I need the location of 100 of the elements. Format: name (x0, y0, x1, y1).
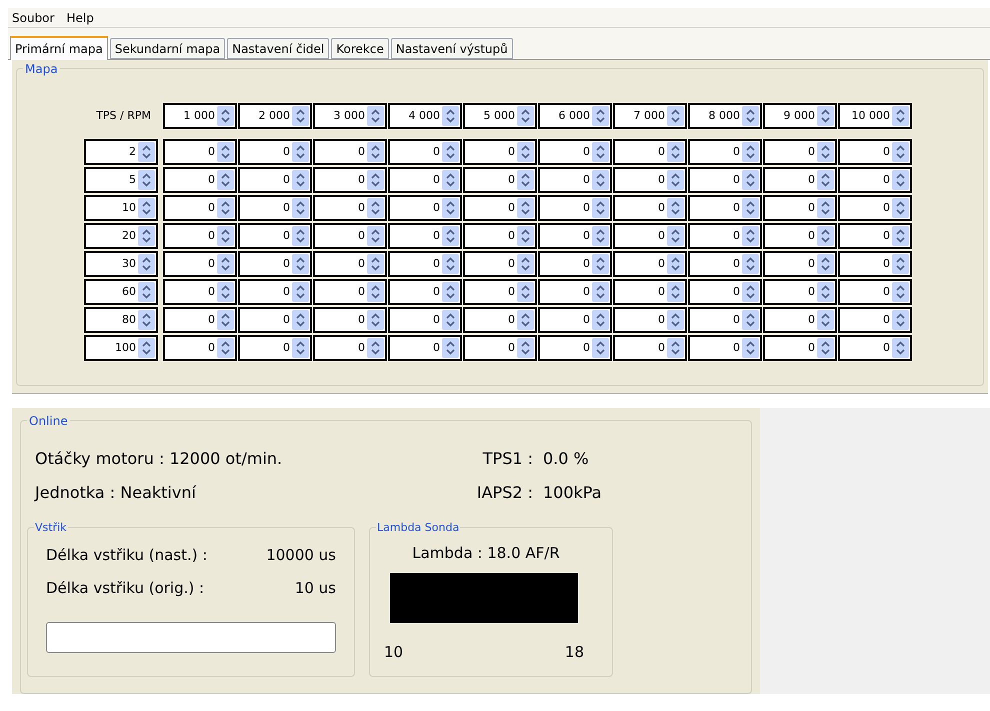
spin-arrows-icon[interactable] (138, 338, 155, 358)
spinner[interactable]: 0 (763, 279, 837, 305)
spin-arrows-icon[interactable] (517, 170, 534, 190)
spin-arrows-icon[interactable] (817, 282, 834, 302)
spin-arrows-icon[interactable] (742, 254, 759, 274)
spinner[interactable]: 0 (163, 279, 237, 305)
spin-arrows-icon[interactable] (517, 142, 534, 162)
spinner[interactable]: 10 000 (838, 103, 912, 129)
spinner[interactable]: 0 (613, 139, 687, 165)
spin-arrows-icon[interactable] (592, 282, 609, 302)
spinner[interactable]: 0 (763, 139, 837, 165)
spin-arrows-icon[interactable] (442, 310, 459, 330)
spinner[interactable]: 0 (613, 251, 687, 277)
spin-arrows-icon[interactable] (592, 106, 609, 126)
spinner[interactable]: 5 (84, 167, 158, 193)
spin-arrows-icon[interactable] (592, 226, 609, 246)
spin-arrows-icon[interactable] (892, 310, 909, 330)
spin-arrows-icon[interactable] (667, 282, 684, 302)
spinner[interactable]: 0 (688, 167, 762, 193)
spin-arrows-icon[interactable] (442, 142, 459, 162)
spin-arrows-icon[interactable] (442, 198, 459, 218)
spinner[interactable]: 0 (238, 139, 312, 165)
spin-arrows-icon[interactable] (217, 282, 234, 302)
spinner[interactable]: 0 (238, 251, 312, 277)
spinner[interactable]: 0 (538, 251, 612, 277)
menu-item[interactable]: Soubor (8, 8, 58, 26)
spin-arrows-icon[interactable] (892, 106, 909, 126)
spinner[interactable]: 0 (763, 307, 837, 333)
spinner[interactable]: 0 (688, 251, 762, 277)
spinner[interactable]: 0 (238, 307, 312, 333)
menu-item[interactable]: Help (62, 8, 98, 26)
spinner[interactable]: 0 (163, 167, 237, 193)
spin-arrows-icon[interactable] (517, 226, 534, 246)
spinner[interactable]: 0 (688, 195, 762, 221)
spin-arrows-icon[interactable] (138, 254, 155, 274)
spin-arrows-icon[interactable] (817, 338, 834, 358)
spinner[interactable]: 0 (313, 167, 387, 193)
spinner[interactable]: 0 (688, 307, 762, 333)
spin-arrows-icon[interactable] (517, 254, 534, 274)
spinner[interactable]: 3 000 (313, 103, 387, 129)
spinner[interactable]: 0 (613, 279, 687, 305)
spin-arrows-icon[interactable] (217, 338, 234, 358)
spinner[interactable]: 0 (388, 223, 462, 249)
spin-arrows-icon[interactable] (892, 142, 909, 162)
tab[interactable]: Nastavení výstupů (390, 38, 513, 59)
spin-arrows-icon[interactable] (217, 198, 234, 218)
spinner[interactable]: 0 (238, 279, 312, 305)
spin-arrows-icon[interactable] (667, 170, 684, 190)
spinner[interactable]: 0 (388, 251, 462, 277)
spin-arrows-icon[interactable] (517, 310, 534, 330)
spin-arrows-icon[interactable] (742, 198, 759, 218)
spinner[interactable]: 0 (238, 167, 312, 193)
spin-arrows-icon[interactable] (667, 198, 684, 218)
spinner[interactable]: 0 (613, 307, 687, 333)
spin-arrows-icon[interactable] (217, 310, 234, 330)
spin-arrows-icon[interactable] (592, 170, 609, 190)
spinner[interactable]: 8 000 (688, 103, 762, 129)
spinner[interactable]: 0 (613, 335, 687, 361)
spinner[interactable]: 4 000 (388, 103, 462, 129)
spin-arrows-icon[interactable] (592, 142, 609, 162)
spin-arrows-icon[interactable] (517, 338, 534, 358)
spin-arrows-icon[interactable] (138, 198, 155, 218)
spin-arrows-icon[interactable] (138, 226, 155, 246)
spinner[interactable]: 2 (84, 139, 158, 165)
spin-arrows-icon[interactable] (442, 254, 459, 274)
spinner[interactable]: 2 000 (238, 103, 312, 129)
spinner[interactable]: 0 (388, 279, 462, 305)
spin-arrows-icon[interactable] (442, 226, 459, 246)
spinner[interactable]: 0 (688, 279, 762, 305)
spinner[interactable]: 0 (163, 335, 237, 361)
spin-arrows-icon[interactable] (667, 338, 684, 358)
spinner[interactable]: 0 (463, 223, 537, 249)
spin-arrows-icon[interactable] (892, 198, 909, 218)
spinner[interactable]: 0 (763, 167, 837, 193)
spinner[interactable]: 0 (688, 139, 762, 165)
spinner[interactable]: 0 (313, 139, 387, 165)
spinner[interactable]: 0 (763, 223, 837, 249)
spin-arrows-icon[interactable] (367, 310, 384, 330)
spin-arrows-icon[interactable] (742, 106, 759, 126)
spinner[interactable]: 0 (463, 307, 537, 333)
spinner[interactable]: 0 (238, 223, 312, 249)
spinner[interactable]: 0 (388, 307, 462, 333)
spin-arrows-icon[interactable] (742, 310, 759, 330)
spinner[interactable]: 7 000 (613, 103, 687, 129)
spin-arrows-icon[interactable] (217, 142, 234, 162)
spinner[interactable]: 5 000 (463, 103, 537, 129)
spin-arrows-icon[interactable] (817, 226, 834, 246)
spin-arrows-icon[interactable] (817, 106, 834, 126)
spinner[interactable]: 0 (463, 195, 537, 221)
spin-arrows-icon[interactable] (367, 142, 384, 162)
spin-arrows-icon[interactable] (367, 170, 384, 190)
spin-arrows-icon[interactable] (292, 338, 309, 358)
spinner[interactable]: 0 (688, 335, 762, 361)
spin-arrows-icon[interactable] (817, 142, 834, 162)
spinner[interactable]: 0 (163, 195, 237, 221)
spin-arrows-icon[interactable] (667, 106, 684, 126)
spinner[interactable]: 80 (84, 307, 158, 333)
spinner[interactable]: 0 (838, 335, 912, 361)
spinner[interactable]: 0 (613, 167, 687, 193)
spin-arrows-icon[interactable] (817, 310, 834, 330)
